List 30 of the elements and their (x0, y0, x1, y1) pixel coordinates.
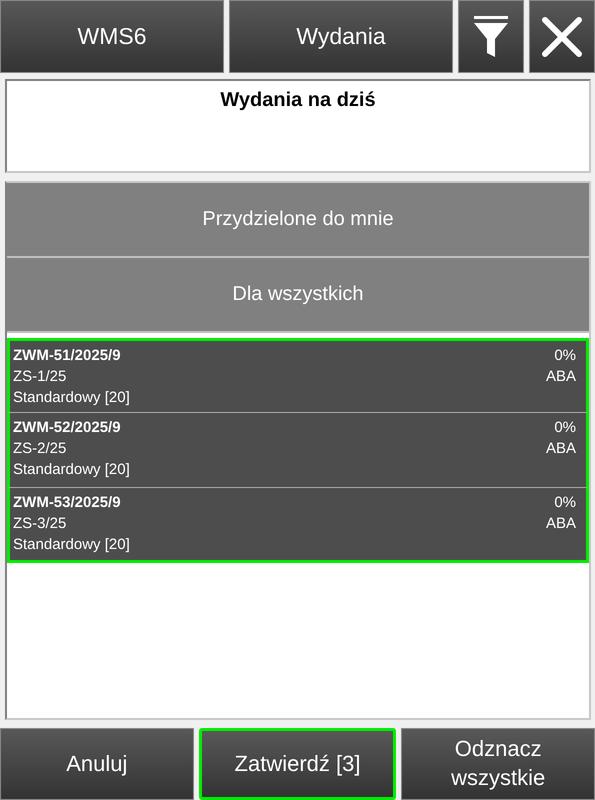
nav-button[interactable]: WMS6 (0, 0, 224, 73)
code-text: ABA (546, 367, 576, 387)
order-row[interactable]: ZWM-53/2025/9 0% ZS-3/25 ABA Standardowy [20] (7, 488, 589, 563)
filter-button[interactable] (458, 0, 524, 73)
code-text: ABA (546, 514, 576, 534)
order-number: ZWM-53/2025/9 (13, 493, 121, 513)
footer-button[interactable]: Anuluj (0, 728, 194, 800)
category-button[interactable]: Przydzielone do mnie (7, 183, 589, 258)
order-number: ZWM-52/2025/9 (13, 418, 121, 438)
progress-text: 0% (554, 346, 576, 366)
document-number: ZS-2/25 (13, 439, 66, 459)
code-text: ABA (546, 439, 576, 459)
footer-button[interactable]: Odznacz wszystkie (401, 728, 595, 800)
close-icon (540, 14, 584, 58)
order-number: ZWM-51/2025/9 (13, 346, 121, 366)
nav-button[interactable]: Wydania (229, 0, 453, 73)
order-type: Standardowy [20] (13, 388, 130, 408)
document-number: ZS-1/25 (13, 367, 66, 387)
filter-icon (472, 14, 510, 58)
order-row[interactable]: ZWM-52/2025/9 0% ZS-2/25 ABA Standardowy [20] (7, 413, 589, 488)
progress-text: 0% (554, 493, 576, 513)
category-button[interactable]: Dla wszystkich (7, 258, 589, 333)
document-number: ZS-3/25 (13, 514, 66, 534)
header-title: Wydania na dziś (220, 89, 376, 112)
order-type: Standardowy [20] (13, 535, 130, 555)
footer-button[interactable]: Zatwierdź [3] (198, 728, 396, 800)
order-type: Standardowy [20] (13, 460, 130, 480)
progress-text: 0% (554, 418, 576, 438)
order-row[interactable]: ZWM-51/2025/9 0% ZS-1/25 ABA Standardowy [20] (7, 338, 589, 413)
close-button[interactable] (529, 0, 595, 73)
